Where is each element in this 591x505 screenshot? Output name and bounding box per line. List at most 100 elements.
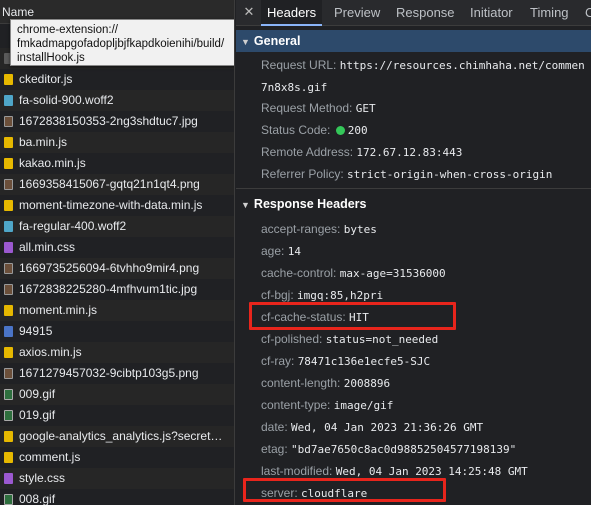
tooltip-line: chrome-extension:// (17, 24, 118, 36)
referrer-policy-key: Referrer Policy: (261, 167, 344, 181)
triangle-down-icon: ▼ (241, 200, 250, 210)
doc-file-icon (4, 326, 13, 337)
request-name: ba.min.js (19, 135, 68, 149)
response-header-row: age: 14 (261, 243, 301, 260)
request-name: fa-regular-400.woff2 (19, 219, 127, 233)
remote-address-row: Remote Address: 172.67.12.83:443 (261, 144, 462, 161)
header-key: content-length: (261, 376, 341, 390)
request-row[interactable]: all.min.css (0, 237, 234, 258)
request-name: 1672838225280-4mfhvum1tic.jpg (19, 282, 198, 296)
request-row[interactable]: comment.js (0, 447, 234, 468)
request-row[interactable]: 1669735256094-6tvhho9mir4.png (0, 258, 234, 279)
request-row[interactable]: 019.gif (0, 405, 234, 426)
gif-file-icon (4, 494, 13, 505)
header-key: accept-ranges: (261, 222, 341, 236)
request-row[interactable]: 1671279457032-9cibtp103g5.png (0, 363, 234, 384)
request-method-key: Request Method: (261, 101, 353, 115)
request-name: 1671279457032-9cibtp103g5.png (19, 366, 199, 380)
img-file-icon (4, 284, 13, 295)
response-header-row: etag: "bd7ae7650c8ac0d98852504577198139" (261, 441, 516, 458)
request-name: 008.gif (19, 492, 56, 505)
js-file-icon (4, 305, 13, 316)
gif-file-icon (4, 410, 13, 421)
tab-cookies[interactable]: C (585, 0, 591, 26)
img-file-icon (4, 263, 13, 274)
request-row[interactable]: style.css (0, 468, 234, 489)
request-row[interactable]: 94915 (0, 321, 234, 342)
status-code-value: 200 (347, 124, 368, 137)
header-value: bytes (343, 223, 377, 236)
response-headers-title: Response Headers (253, 197, 367, 211)
request-details-panel: ✕ Headers Preview Response Initiator Tim… (236, 0, 591, 505)
request-name: style.css (19, 471, 66, 485)
response-header-row: content-type: image/gif (261, 397, 393, 414)
request-list-panel: Name ckeditor.js fa-solid-900.woff2 167283… (0, 0, 235, 505)
tab-timing[interactable]: Timing (530, 0, 569, 26)
request-url-value: https://resources.chimhaha.net/commen (339, 59, 585, 72)
request-row[interactable]: 008.gif (0, 489, 234, 505)
tab-response[interactable]: Response (396, 0, 455, 26)
header-value: max-age=31536000 (339, 267, 446, 280)
font-file-icon (4, 95, 13, 106)
request-row[interactable]: fa-solid-900.woff2 (0, 90, 234, 111)
url-tooltip: chrome-extension:// fmkadmapgofadopljbjf… (10, 19, 234, 66)
request-row[interactable]: moment-timezone-with-data.min.js (0, 195, 234, 216)
header-value: "bd7ae7650c8ac0d98852504577198139" (291, 443, 517, 456)
triangle-down-icon: ▼ (241, 37, 250, 47)
header-key: etag: (261, 442, 288, 456)
request-row[interactable]: 1669358415067-gqtq21n1qt4.png (0, 174, 234, 195)
tab-initiator[interactable]: Initiator (470, 0, 513, 26)
request-row[interactable]: kakao.min.js (0, 153, 234, 174)
tab-preview[interactable]: Preview (334, 0, 380, 26)
img-file-icon (4, 368, 13, 379)
request-name: 019.gif (19, 408, 56, 422)
request-name: kakao.min.js (19, 156, 86, 170)
request-url-row: Request URL: https://resources.chimhaha.… (261, 57, 585, 74)
referrer-policy-row: Referrer Policy: strict-origin-when-cros… (261, 166, 552, 183)
tooltip-line: fmkadmapgofadopljbjfkapdkoienihi/build/ (17, 38, 225, 50)
font-file-icon (4, 221, 13, 232)
img-file-icon (4, 179, 13, 190)
gif-file-icon (4, 389, 13, 400)
js-file-icon (4, 74, 13, 85)
js-file-icon (4, 431, 13, 442)
header-value: 14 (287, 245, 301, 258)
status-code-row: Status Code: 200 (261, 122, 368, 139)
tooltip-line: installHook.js (17, 52, 85, 64)
header-key: last-modified: (261, 464, 333, 478)
request-row[interactable]: moment.min.js (0, 300, 234, 321)
remote-address-key: Remote Address: (261, 145, 354, 159)
section-divider (236, 188, 591, 189)
request-row[interactable]: google-analytics_analytics.js?secret… (0, 426, 234, 447)
request-row[interactable]: ckeditor.js (0, 69, 234, 90)
response-headers-section-header[interactable]: ▼ Response Headers (236, 193, 591, 215)
css-file-icon (4, 242, 13, 253)
request-row[interactable]: axios.min.js (0, 342, 234, 363)
request-name: 009.gif (19, 387, 56, 401)
header-key: cache-control: (261, 266, 337, 280)
request-row[interactable]: ba.min.js (0, 132, 234, 153)
remote-address-value: 172.67.12.83:443 (356, 146, 463, 159)
header-key: content-type: (261, 398, 331, 412)
request-row[interactable]: fa-regular-400.woff2 (0, 216, 234, 237)
header-value: Wed, 04 Jan 2023 14:25:48 GMT (335, 465, 528, 478)
request-name: fa-solid-900.woff2 (19, 93, 114, 107)
general-section-header[interactable]: ▼ General (236, 30, 591, 52)
close-icon[interactable]: ✕ (242, 4, 256, 20)
header-key: cf-bgj: (261, 288, 294, 302)
highlight-cf-cache-status (249, 302, 456, 330)
request-row[interactable]: 1672838225280-4mfhvum1tic.jpg (0, 279, 234, 300)
request-row[interactable]: 009.gif (0, 384, 234, 405)
request-url-value-cont: 7n8x8s.gif (261, 81, 328, 94)
response-header-row: cf-ray: 78471c136e1ecfe5-SJC (261, 353, 430, 370)
header-value: status=not_needed (325, 333, 439, 346)
referrer-policy-value: strict-origin-when-cross-origin (347, 168, 553, 181)
css-file-icon (4, 473, 13, 484)
highlight-server (243, 478, 446, 502)
request-row[interactable]: 1672838150353-2ng3shdtuc7.jpg (0, 111, 234, 132)
request-url-key: Request URL: (261, 58, 337, 72)
request-name: comment.js (19, 450, 81, 464)
tab-headers[interactable]: Headers (261, 0, 323, 26)
request-name: 1672838150353-2ng3shdtuc7.jpg (19, 114, 198, 128)
header-value: 78471c136e1ecfe5-SJC (297, 355, 431, 368)
